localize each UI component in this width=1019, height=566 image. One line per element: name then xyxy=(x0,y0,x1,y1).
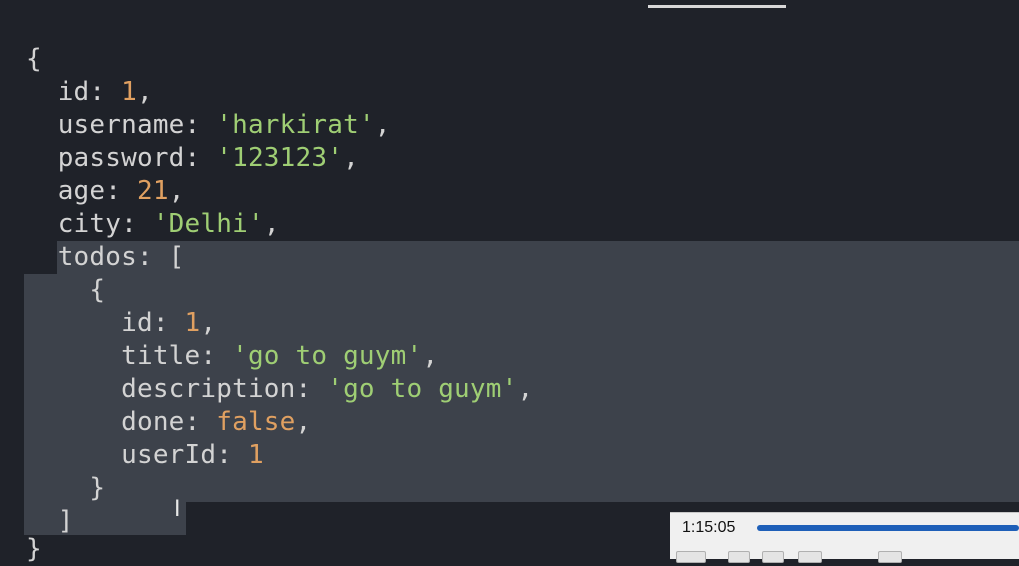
text-selection xyxy=(57,241,1019,274)
control-button[interactable] xyxy=(728,551,750,563)
code-line: id: 1, xyxy=(26,77,153,107)
text-cursor-icon: I xyxy=(174,497,181,522)
code-line: city: 'Delhi', xyxy=(26,209,280,239)
code-line: } xyxy=(26,534,42,564)
code-line: username: 'harkirat', xyxy=(26,110,391,140)
play-button[interactable] xyxy=(676,551,706,563)
code-line: id: 1, xyxy=(26,308,217,338)
scrub-indicator xyxy=(648,5,786,8)
code-line: todos: [ xyxy=(26,242,185,272)
control-button[interactable] xyxy=(878,551,902,563)
code-line: { xyxy=(26,275,106,305)
code-line: { xyxy=(26,44,42,74)
code-line: } xyxy=(26,473,106,503)
control-button[interactable] xyxy=(798,551,822,563)
playback-time: 1:15:05 xyxy=(682,519,736,536)
code-line: description: 'go to guym', xyxy=(26,374,534,404)
video-player-controls[interactable]: 1:15:05 xyxy=(670,512,1019,563)
progress-bar[interactable] xyxy=(757,525,1019,531)
code-line: age: 21, xyxy=(26,176,185,206)
code-line: userId: 1 xyxy=(26,440,264,470)
code-line: done: false, xyxy=(26,407,312,437)
code-line: title: 'go to guym', xyxy=(26,341,439,371)
code-line: password: '123123', xyxy=(26,143,359,173)
control-button[interactable] xyxy=(762,551,784,563)
